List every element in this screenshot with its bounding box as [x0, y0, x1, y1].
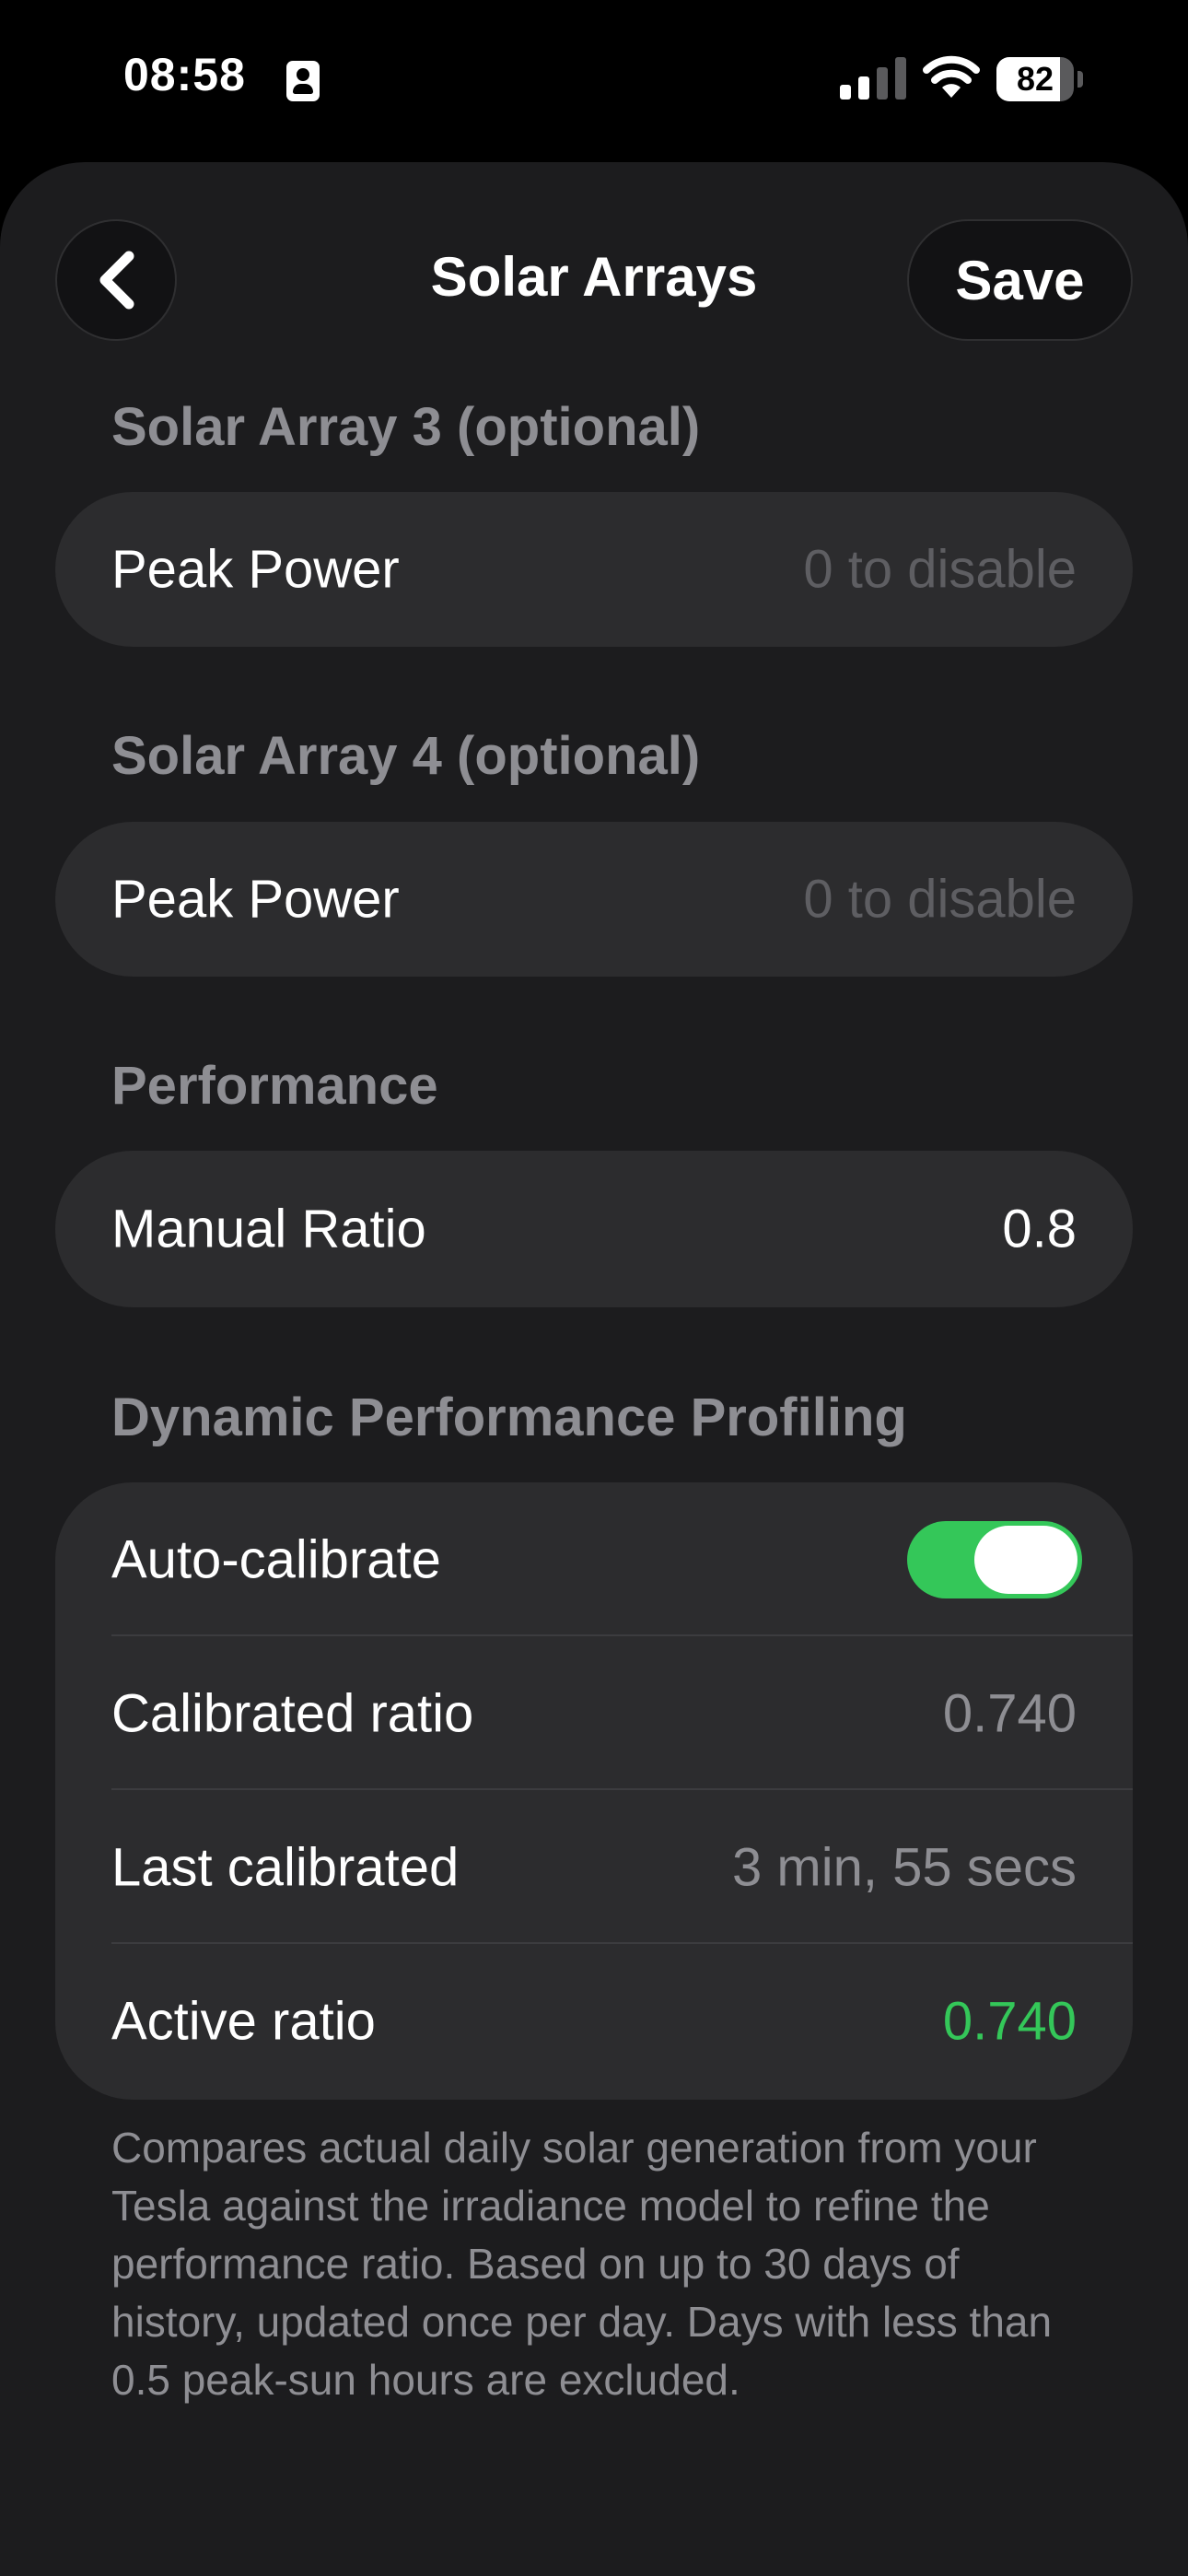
peak-power-input-array-3[interactable]: 0 to disable [803, 539, 1077, 601]
section-header-array-4: Solar Array 4 (optional) [111, 726, 701, 786]
active-ratio-value: 0.740 [942, 1991, 1077, 2052]
peak-power-row-array-4[interactable]: Peak Power 0 to disable [55, 822, 1133, 977]
peak-power-label: Peak Power [111, 869, 400, 930]
manual-ratio-input[interactable]: 0.8 [1002, 1199, 1077, 1260]
peak-power-label: Peak Power [111, 539, 400, 600]
manual-ratio-label: Manual Ratio [111, 1199, 426, 1259]
calibrated-ratio-row: Calibrated ratio 0.740 [55, 1636, 1133, 1791]
auto-calibrate-row: Auto-calibrate [55, 1482, 1133, 1637]
last-calibrated-row: Last calibrated 3 min, 55 secs [55, 1790, 1133, 1945]
status-bar: 08:58 82 [0, 0, 1188, 162]
card-array-3: Peak Power 0 to disable [55, 492, 1133, 647]
dynamic-profiling-description: Compares actual daily solar generation f… [111, 2124, 1053, 2404]
calibrated-ratio-value: 0.740 [942, 1683, 1077, 1744]
battery-icon: 82 [996, 57, 1083, 101]
last-calibrated-value: 3 min, 55 secs [732, 1837, 1077, 1898]
save-button[interactable]: Save [907, 219, 1133, 341]
manual-ratio-row[interactable]: Manual Ratio 0.8 [55, 1151, 1133, 1307]
card-dynamic-profiling: Auto-calibrate Calibrated ratio 0.740 La… [55, 1482, 1133, 2100]
status-time: 08:58 [123, 49, 246, 100]
toggle-knob [974, 1526, 1077, 1594]
card-array-4: Peak Power 0 to disable [55, 822, 1133, 977]
section-header-dynamic-profiling: Dynamic Performance Profiling [111, 1388, 907, 1447]
section-header-array-3: Solar Array 3 (optional) [111, 397, 701, 457]
active-ratio-row: Active ratio 0.740 [55, 1944, 1133, 2099]
section-header-performance: Performance [111, 1056, 438, 1116]
last-calibrated-label: Last calibrated [111, 1837, 460, 1898]
battery-percentage: 82 [1016, 60, 1054, 98]
peak-power-row-array-3[interactable]: Peak Power 0 to disable [55, 492, 1133, 647]
cellular-signal-icon [840, 57, 906, 100]
active-ratio-label: Active ratio [111, 1991, 376, 2052]
calibrated-ratio-label: Calibrated ratio [111, 1683, 474, 1744]
auto-calibrate-label: Auto-calibrate [111, 1529, 441, 1590]
wifi-icon [923, 55, 980, 98]
card-performance: Manual Ratio 0.8 [55, 1151, 1133, 1307]
peak-power-input-array-4[interactable]: 0 to disable [803, 869, 1077, 931]
auto-calibrate-toggle[interactable] [907, 1521, 1082, 1598]
contact-card-icon [286, 61, 320, 101]
